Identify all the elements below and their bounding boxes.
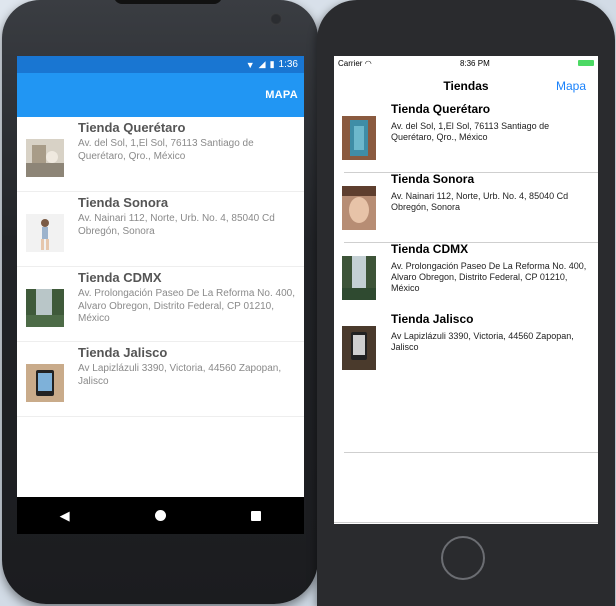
store-thumbnail xyxy=(342,116,376,160)
store-address: Av. Nainari 112, Norte, Urb. No. 4, 8504… xyxy=(391,191,569,212)
list-item[interactable]: Tienda CDMX Av. Prolongación Paseo De La… xyxy=(17,267,304,342)
wifi-icon: ▼ xyxy=(245,59,255,70)
store-address: Av. del Sol, 1,El Sol, 76113 Santiago de… xyxy=(78,138,254,162)
list-item[interactable]: Tienda Jalisco Av Lapizlázuli 3390, Vict… xyxy=(334,312,598,382)
camera-icon xyxy=(270,13,282,25)
wifi-icon: ◠ xyxy=(364,58,372,68)
map-button[interactable]: Mapa xyxy=(556,79,586,93)
row-divider xyxy=(334,522,598,523)
iphone-device: Carrier ◠ 8:36 PM Tiendas Mapa Tienda Qu… xyxy=(317,0,615,606)
android-screen: ▼ ◢ ▮ 1:36 MAPA Tienda Querétaro Av. del… xyxy=(17,56,304,534)
list-item[interactable]: Tienda Querétaro Av. del Sol, 1,El Sol, … xyxy=(17,117,304,192)
battery-icon: ▮ xyxy=(269,59,275,69)
signal-icon: ◢ xyxy=(258,59,266,69)
store-thumbnail xyxy=(342,326,376,370)
store-list: Tienda Querétaro Av. del Sol, 1,El Sol, … xyxy=(17,117,304,417)
list-item[interactable]: Tienda Jalisco Av Lapizlázuli 3390, Vict… xyxy=(17,342,304,417)
store-name: Tienda Sonora xyxy=(391,172,475,186)
ios-nav-bar: Tiendas Mapa xyxy=(334,70,598,102)
carrier-label: Carrier xyxy=(338,58,363,68)
store-address: Av Lapizlázuli 3390, Victoria, 44560 Zap… xyxy=(78,363,282,387)
store-address: Av. del Sol, 1,El Sol, 76113 Santiago de… xyxy=(391,121,550,142)
store-address: Av. Prolongación Paseo De La Reforma No.… xyxy=(78,288,295,324)
store-thumbnail xyxy=(26,364,64,402)
row-divider xyxy=(344,452,598,453)
list-item[interactable]: Tienda Sonora Av. Nainari 112, Norte, Ur… xyxy=(17,192,304,267)
home-button[interactable] xyxy=(441,536,485,580)
store-thumbnail xyxy=(342,256,376,300)
recents-icon[interactable] xyxy=(251,510,262,521)
list-item[interactable]: Tienda Sonora Av. Nainari 112, Norte, Ur… xyxy=(334,172,598,242)
list-item[interactable]: Tienda CDMX Av. Prolongación Paseo De La… xyxy=(334,242,598,312)
store-thumbnail xyxy=(26,214,64,252)
ios-screen: Carrier ◠ 8:36 PM Tiendas Mapa Tienda Qu… xyxy=(334,56,598,524)
store-name: Tienda Jalisco xyxy=(391,312,474,326)
store-thumbnail xyxy=(26,139,64,177)
store-name: Tienda Querétaro xyxy=(78,120,186,135)
store-name: Tienda Querétaro xyxy=(391,102,491,116)
store-name: Tienda Sonora xyxy=(78,195,169,210)
store-name: Tienda CDMX xyxy=(78,270,162,285)
battery-icon xyxy=(578,60,594,66)
home-icon[interactable] xyxy=(154,510,166,521)
status-time: 8:36 PM xyxy=(459,58,490,68)
status-time: 1:36 xyxy=(278,59,298,70)
store-address: Av. Prolongación Paseo De La Reforma No.… xyxy=(391,261,587,293)
android-nav-bar: ◀ xyxy=(17,497,304,534)
back-icon[interactable]: ◀ xyxy=(60,508,70,524)
store-address: Av Lapizlázuli 3390, Victoria, 44560 Zap… xyxy=(391,331,574,352)
store-thumbnail xyxy=(342,186,376,230)
android-status-bar: ▼ ◢ ▮ 1:36 xyxy=(17,56,304,73)
map-button[interactable]: MAPA xyxy=(265,89,298,101)
android-device: ▼ ◢ ▮ 1:36 MAPA Tienda Querétaro Av. del… xyxy=(2,0,318,604)
store-name: Tienda CDMX xyxy=(391,242,469,256)
speaker-grille xyxy=(114,0,222,4)
ios-status-bar: Carrier ◠ 8:36 PM xyxy=(334,56,598,70)
android-app-bar: MAPA xyxy=(17,73,304,117)
store-address: Av. Nainari 112, Norte, Urb. No. 4, 8504… xyxy=(78,213,275,237)
list-item[interactable]: Tienda Querétaro Av. del Sol, 1,El Sol, … xyxy=(334,102,598,172)
store-thumbnail xyxy=(26,289,64,327)
store-name: Tienda Jalisco xyxy=(78,345,168,360)
